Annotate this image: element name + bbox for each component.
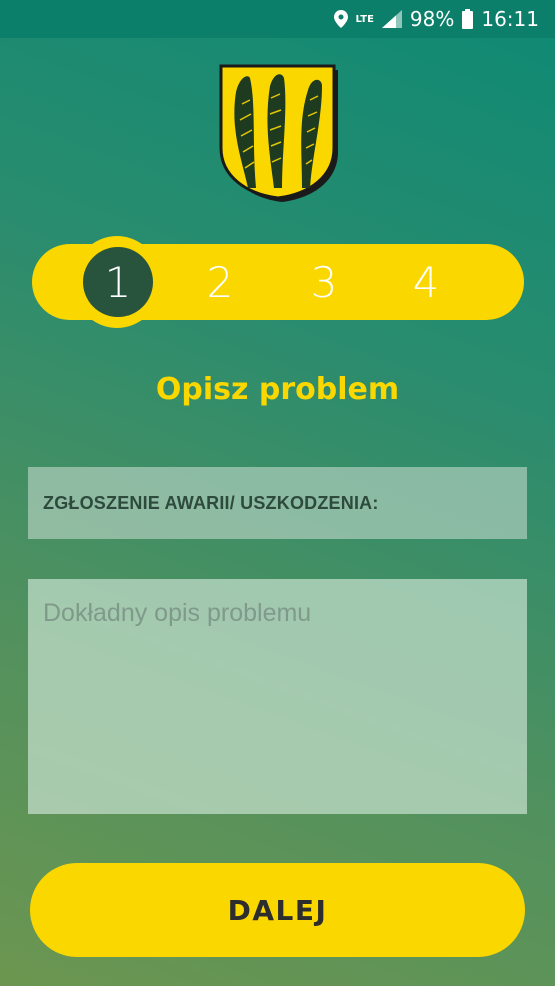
step-4: 4 [412, 257, 440, 307]
page-title: Opisz problem [155, 372, 400, 407]
network-type: LTE [355, 13, 374, 25]
location-icon [333, 10, 348, 28]
next-button[interactable]: DALEJ [30, 863, 525, 957]
description-input[interactable] [28, 579, 527, 814]
category-field[interactable]: ZGŁOSZENIE AWARII/ USZKODZENIA: [28, 467, 527, 539]
coat-of-arms-icon [218, 64, 342, 204]
step-1-active: 1 [83, 247, 153, 317]
clock: 16:11 [481, 7, 539, 31]
battery-icon [462, 9, 474, 29]
step-3: 3 [310, 257, 338, 307]
signal-icon [381, 10, 402, 28]
step-2: 2 [206, 257, 234, 307]
status-bar: LTE 98% 16:11 [0, 0, 555, 38]
battery-percentage: 98% [409, 7, 455, 31]
